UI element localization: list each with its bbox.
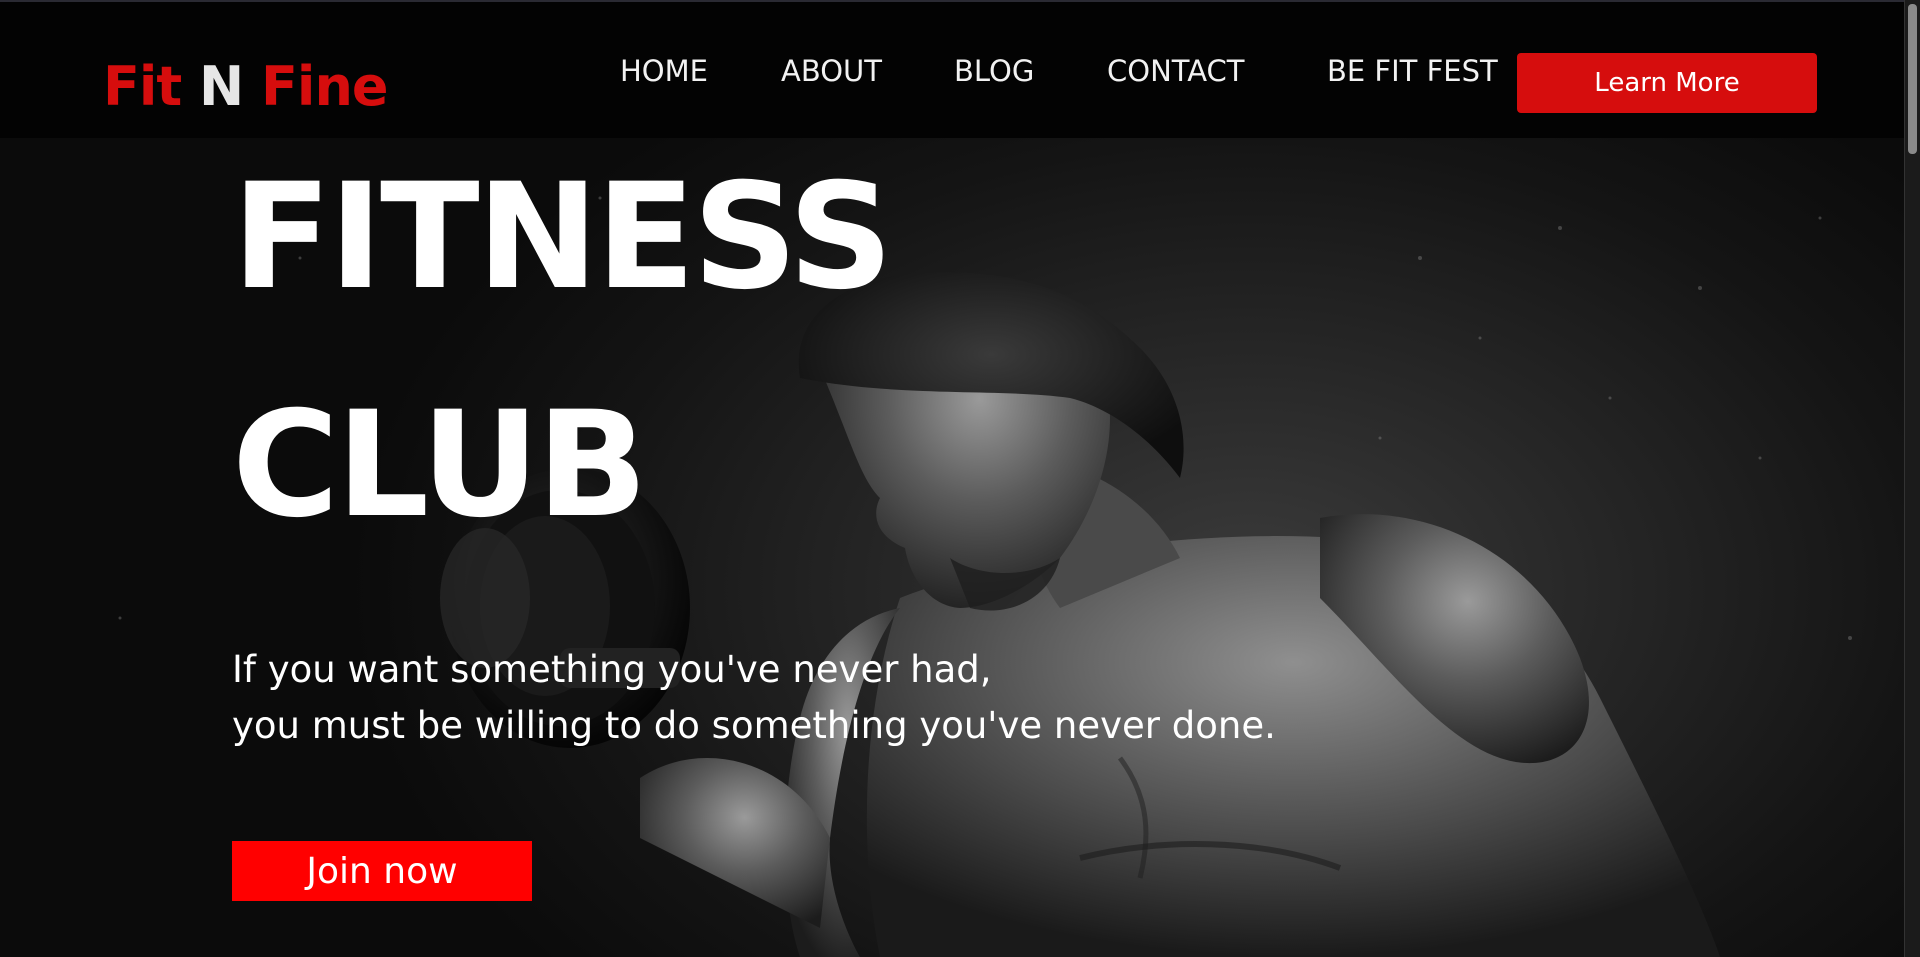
nav-home-link[interactable]: HOME <box>620 57 708 86</box>
nav-be-fit-fest-link[interactable]: BE FIT FEST <box>1327 57 1498 86</box>
tagline-line-2: you must be willing to do something you'… <box>232 704 1276 747</box>
hero-title-line-2: CLUB <box>232 380 648 550</box>
logo-word-n: N <box>199 55 244 118</box>
learn-more-button[interactable]: Learn More <box>1517 53 1817 113</box>
join-now-button[interactable]: Join now <box>232 841 532 901</box>
nav-contact-link[interactable]: CONTACT <box>1107 57 1245 86</box>
scrollbar-thumb[interactable] <box>1908 4 1917 154</box>
logo-word-fine: Fine <box>261 55 388 118</box>
hero-section: FITNESS CLUB If you want something you'v… <box>0 138 1904 957</box>
brand-logo[interactable]: Fit N Fine <box>103 60 389 114</box>
tagline-line-1: If you want something you've never had, <box>232 648 992 691</box>
hero-tagline: If you want something you've never had, … <box>232 642 1276 754</box>
page-scrollbar[interactable] <box>1904 0 1920 957</box>
nav-about-link[interactable]: ABOUT <box>781 57 882 86</box>
logo-word-fit: Fit <box>103 55 182 118</box>
nav-blog-link[interactable]: BLOG <box>954 57 1034 86</box>
navbar: Fit N Fine HOME ABOUT BLOG CONTACT BE FI… <box>0 0 1904 138</box>
hero-title-line-1: FITNESS <box>232 152 893 322</box>
